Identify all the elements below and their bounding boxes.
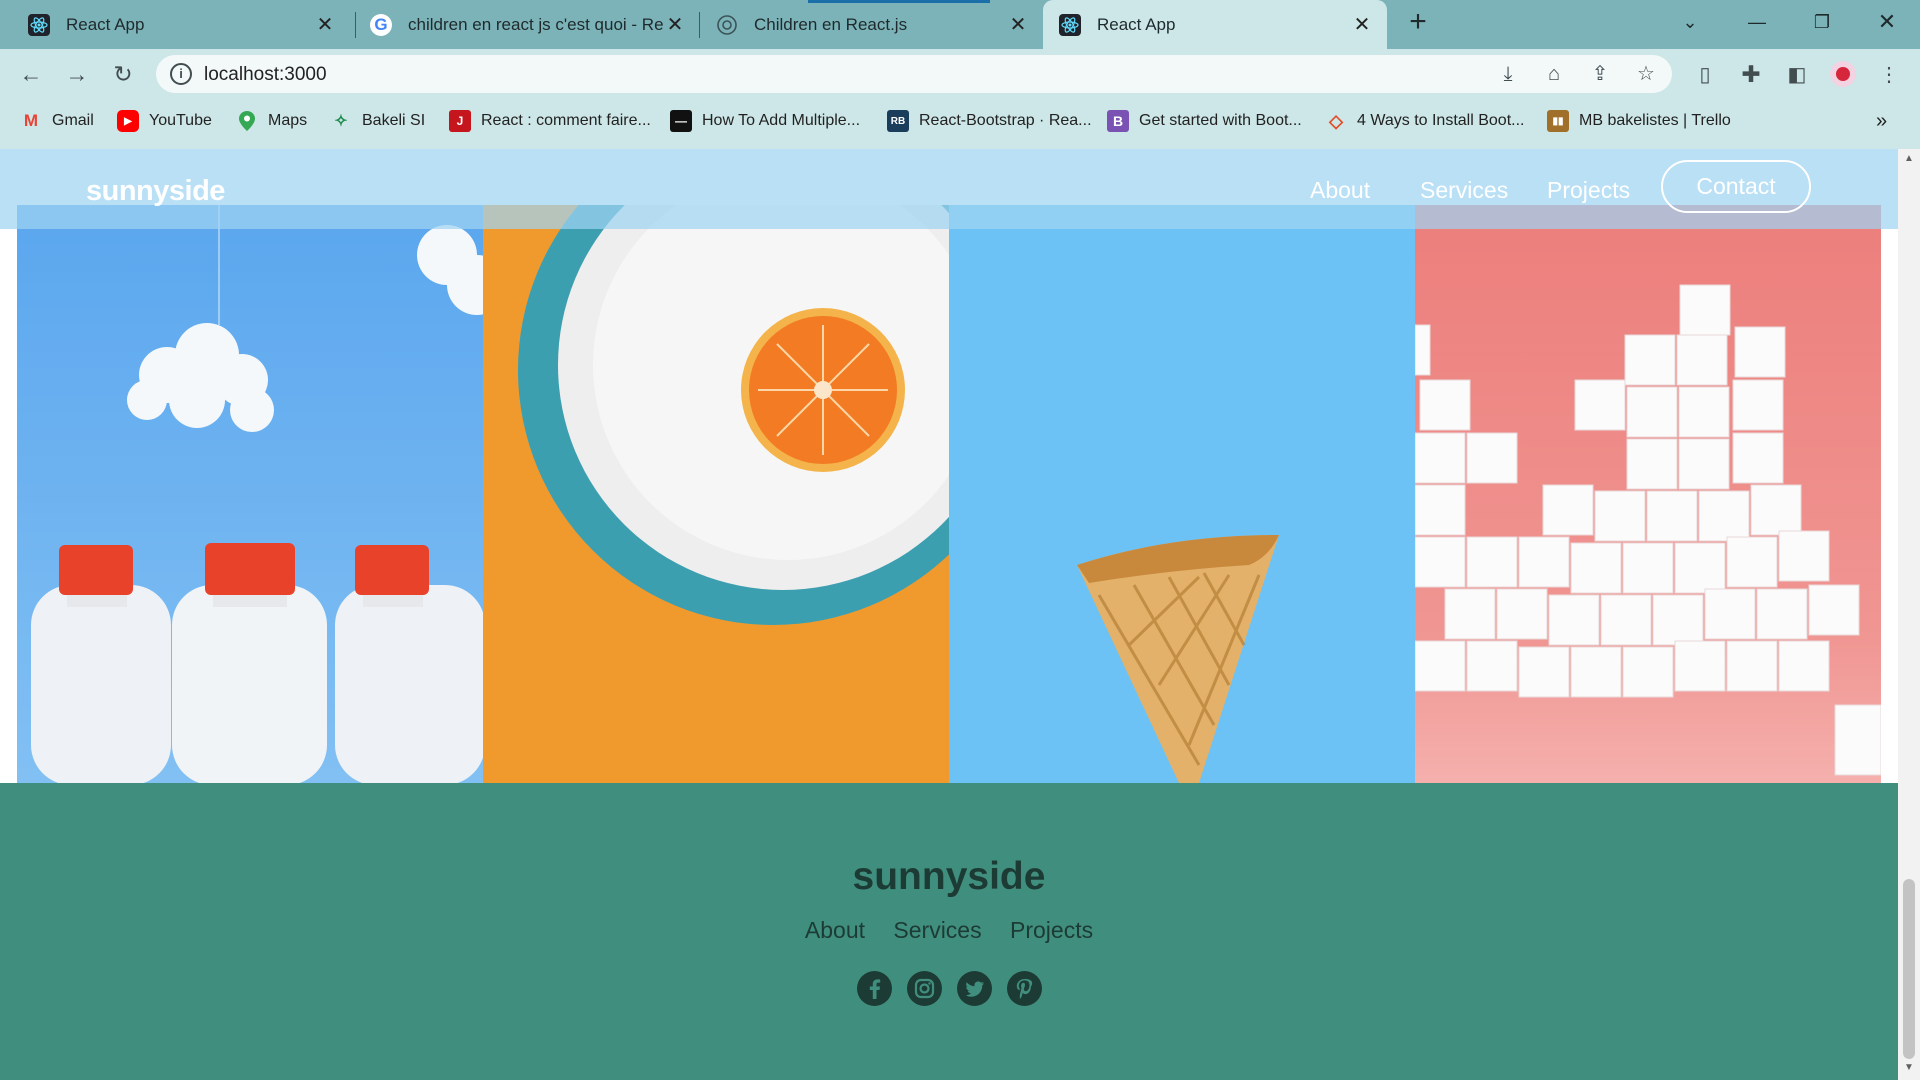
tab-react-app-active[interactable]: React App ✕ [1043, 0, 1387, 49]
profile-avatar[interactable] [1826, 57, 1860, 91]
scroll-down-icon[interactable]: ▼ [1903, 1062, 1915, 1074]
maps-pin-icon [236, 110, 258, 132]
j-logo-icon: J [449, 110, 471, 132]
diamond-icon: ◇ [1329, 110, 1343, 131]
bookmark-label: How To Add Multiple... [702, 112, 861, 129]
bookmark-label: React-Bootstrap · Rea... [919, 112, 1092, 129]
bookmark-react-bootstrap[interactable]: RB React-Bootstrap · Rea... [887, 109, 1092, 133]
page-viewport: sunnyside About Services Projects Contac… [0, 149, 1898, 1080]
bookmark-get-started-bootstrap[interactable]: B Get started with Boot... [1107, 109, 1302, 133]
site-header: sunnyside About Services Projects Contac… [0, 149, 1898, 229]
tab-search-icon[interactable]: ⌄ [1660, 0, 1720, 44]
image-gallery [17, 205, 1881, 783]
reading-mode-icon[interactable]: ▯ [1688, 57, 1722, 91]
pinterest-icon[interactable] [1006, 971, 1042, 1006]
close-icon[interactable]: ✕ [314, 15, 336, 35]
scroll-up-icon[interactable]: ▲ [1903, 153, 1915, 165]
tab-loading-bar [808, 0, 990, 3]
menu-kebab-icon[interactable]: ⋮ [1872, 57, 1906, 91]
nav-projects[interactable]: Projects [1547, 177, 1630, 204]
bookmark-label: Gmail [52, 112, 94, 129]
nav-about[interactable]: About [1310, 177, 1370, 204]
new-tab-button[interactable]: + [1390, 0, 1446, 44]
site-logo[interactable]: sunnyside [86, 175, 225, 208]
footer-link-about[interactable]: About [805, 917, 865, 943]
tab-children-react[interactable]: Children en React.js ✕ [700, 0, 1043, 49]
bookmark-4-ways[interactable]: ◇ 4 Ways to Install Boot... [1325, 109, 1524, 133]
site-icon: — [670, 110, 692, 132]
bookmark-how-to-add[interactable]: — How To Add Multiple... [670, 109, 860, 133]
instagram-icon[interactable] [906, 971, 942, 1006]
bookmark-label: Get started with Boot... [1139, 112, 1302, 129]
tab-google-search[interactable]: G children en react js c'est quoi - Rech… [356, 0, 700, 49]
react-bootstrap-icon: RB [887, 110, 909, 132]
address-bar[interactable]: i localhost:3000 ⤓ ⌂ ⇪ ☆ [156, 55, 1672, 93]
google-icon: G [370, 13, 392, 36]
browser-toolbar: ← → ↻ i localhost:3000 ⤓ ⌂ ⇪ ☆ ▯ ✚ ◧ ⋮ M… [0, 49, 1920, 149]
react-logo-icon [1059, 13, 1081, 36]
tab-title: children en react js c'est quoi - Rech [408, 14, 664, 34]
window-close-icon[interactable]: ✕ [1857, 0, 1917, 44]
nav-services[interactable]: Services [1420, 177, 1508, 204]
bakeli-icon: ✧ [334, 113, 348, 130]
bookmark-label: 4 Ways to Install Boot... [1357, 112, 1525, 129]
tab-title: Children en React.js [754, 14, 908, 34]
url-text[interactable]: localhost:3000 [204, 64, 327, 86]
bookmark-label: Maps [268, 112, 308, 129]
bootstrap-icon: B [1107, 110, 1129, 132]
gallery-image-milk [17, 205, 483, 783]
translate-icon[interactable]: ⌂ [1542, 62, 1566, 86]
tab-title: React App [1097, 14, 1176, 34]
install-app-icon[interactable]: ⤓ [1496, 62, 1520, 86]
bookmark-label: YouTube [149, 112, 212, 129]
bookmark-react-comment[interactable]: J React : comment faire... [449, 109, 651, 133]
reload-icon[interactable]: ↻ [106, 57, 140, 91]
back-icon[interactable]: ← [14, 57, 48, 91]
page-scrollbar[interactable]: ▲ ▼ [1898, 149, 1920, 1080]
gallery-image-orange [483, 205, 949, 783]
minimize-icon[interactable]: — [1727, 0, 1787, 44]
bookmark-maps[interactable]: Maps [236, 109, 307, 133]
share-icon[interactable]: ⇪ [1588, 62, 1612, 86]
restore-icon[interactable]: ❐ [1792, 0, 1852, 44]
close-icon[interactable]: ✕ [664, 15, 686, 35]
footer-link-services[interactable]: Services [893, 917, 981, 943]
tab-react-app-1[interactable]: React App ✕ [0, 0, 350, 49]
bookmark-label: MB bakelistes | Trello [1579, 112, 1731, 129]
react-logo-icon [28, 13, 50, 36]
more-bookmarks-button[interactable]: » [1876, 109, 1887, 133]
bookmark-youtube[interactable]: ▶ YouTube [117, 109, 212, 133]
chatgpt-icon [716, 14, 738, 36]
facebook-icon[interactable] [856, 971, 892, 1006]
browser-tab-strip: React App ✕ G children en react js c'est… [0, 0, 1920, 49]
close-icon[interactable]: ✕ [1351, 15, 1373, 35]
scroll-thumb[interactable] [1903, 879, 1915, 1059]
side-panel-icon[interactable]: ◧ [1780, 57, 1814, 91]
gallery-image-cone [949, 205, 1415, 783]
trello-icon: ▮▮ [1547, 110, 1569, 132]
bookmarks-bar: M Gmail ▶ YouTube Maps ✧ Bakeli SI J React :… [0, 99, 1920, 143]
bookmark-label: Bakeli SI [362, 112, 426, 129]
bookmark-star-icon[interactable]: ☆ [1634, 62, 1658, 86]
gallery-image-sugar [1415, 205, 1881, 783]
forward-icon[interactable]: → [60, 57, 94, 91]
extensions-icon[interactable]: ✚ [1734, 57, 1768, 91]
footer-logo[interactable]: sunnyside [0, 855, 1898, 899]
gmail-icon: M [23, 111, 39, 130]
footer-nav: About Services Projects [0, 917, 1898, 944]
site-info-icon[interactable]: i [170, 63, 192, 85]
bookmark-label: React : comment faire... [481, 112, 651, 129]
site-footer: sunnyside About Services Projects [0, 783, 1898, 1080]
tab-title: React App [66, 14, 145, 34]
bookmark-gmail[interactable]: M Gmail [20, 109, 94, 133]
bookmark-trello[interactable]: ▮▮ MB bakelistes | Trello [1547, 109, 1731, 133]
youtube-icon: ▶ [117, 110, 139, 132]
contact-button[interactable]: Contact [1661, 160, 1811, 213]
social-links [0, 971, 1898, 1006]
footer-link-projects[interactable]: Projects [1010, 917, 1093, 943]
twitter-icon[interactable] [956, 971, 992, 1006]
bookmark-bakeli[interactable]: ✧ Bakeli SI [330, 109, 425, 133]
close-icon[interactable]: ✕ [1007, 15, 1029, 35]
